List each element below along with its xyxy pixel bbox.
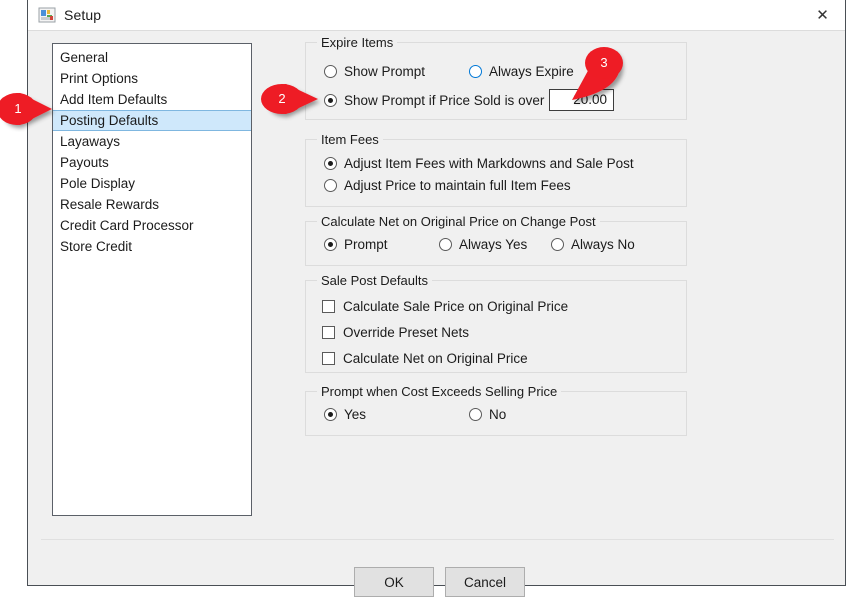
radio-cost-exceeds-yes-label: Yes [344,407,367,422]
radio-adjust-price-full-fees-indicator[interactable] [324,179,337,192]
radio-calcnet-always-yes[interactable]: Always Yes [439,237,527,252]
sidebar-item-add-item-defaults[interactable]: Add Item Defaults [53,89,251,110]
title-bar: Setup ✕ [28,0,845,31]
radio-calcnet-prompt-label: Prompt [344,237,388,252]
radio-adjust-price-full-fees[interactable]: Adjust Price to maintain full Item Fees [324,178,571,193]
radio-cost-exceeds-yes-indicator[interactable] [324,408,337,421]
checkbox-override-preset-nets-indicator[interactable] [322,326,335,339]
group-calculate-net-change-post-legend: Calculate Net on Original Price on Chang… [317,214,600,229]
dialog-body: General Print Options Add Item Defaults … [28,31,845,597]
radio-calcnet-prompt[interactable]: Prompt [324,237,388,252]
radio-adjust-item-fees-label: Adjust Item Fees with Markdowns and Sale… [344,156,634,171]
ok-button[interactable]: OK [354,567,434,597]
radio-adjust-item-fees[interactable]: Adjust Item Fees with Markdowns and Sale… [324,156,634,171]
setup-dialog: Setup ✕ General Print Options Add Item D… [27,0,846,597]
setup-app-icon [38,6,56,24]
group-sale-post-defaults: Sale Post Defaults Calculate Sale Price … [305,273,687,373]
sidebar-item-print-options[interactable]: Print Options [53,68,251,89]
group-item-fees-legend: Item Fees [317,132,383,147]
group-sale-post-defaults-legend: Sale Post Defaults [317,273,432,288]
checkbox-override-preset-nets[interactable]: Override Preset Nets [322,325,469,340]
sidebar-item-store-credit[interactable]: Store Credit [53,236,251,257]
radio-calcnet-always-no-label: Always No [571,237,635,252]
checkbox-calc-net-original-price-indicator[interactable] [322,352,335,365]
radio-cost-exceeds-no-label: No [489,407,507,422]
sidebar-item-pole-display[interactable]: Pole Display [53,173,251,194]
radio-calcnet-always-no-indicator[interactable] [551,238,564,251]
group-cost-exceeds-selling-price: Prompt when Cost Exceeds Selling Price Y… [305,384,687,436]
settings-category-list[interactable]: General Print Options Add Item Defaults … [52,43,252,516]
callout-marker-3-number: 3 [600,55,608,70]
radio-cost-exceeds-no-indicator[interactable] [469,408,482,421]
close-icon[interactable]: ✕ [800,0,845,30]
checkbox-calc-net-original-price[interactable]: Calculate Net on Original Price [322,351,528,366]
radio-calcnet-always-no[interactable]: Always No [551,237,635,252]
radio-always-expire-label: Always Expire [489,64,574,79]
radio-cost-exceeds-yes[interactable]: Yes [324,407,366,422]
callout-marker-3: 3 [570,40,632,106]
window-title: Setup [64,7,102,23]
group-cost-exceeds-selling-price-legend: Prompt when Cost Exceeds Selling Price [317,384,562,399]
callout-marker-2: 2 [258,80,324,122]
checkbox-calc-sale-price-original-label: Calculate Sale Price on Original Price [343,299,569,314]
radio-adjust-price-full-fees-label: Adjust Price to maintain full Item Fees [344,178,571,193]
radio-always-expire-indicator[interactable] [469,65,482,78]
cancel-button[interactable]: Cancel [445,567,525,597]
checkbox-override-preset-nets-label: Override Preset Nets [343,325,470,340]
group-expire-items-legend: Expire Items [317,35,398,50]
sidebar-item-credit-card-processor[interactable]: Credit Card Processor [53,215,251,236]
callout-marker-1: 1 [0,88,62,132]
radio-cost-exceeds-no[interactable]: No [469,407,506,422]
checkbox-calc-net-original-price-label: Calculate Net on Original Price [343,351,528,366]
radio-show-prompt-label: Show Prompt [344,64,426,79]
radio-calcnet-always-yes-indicator[interactable] [439,238,452,251]
sidebar-item-posting-defaults[interactable]: Posting Defaults [53,110,251,131]
radio-show-prompt-if-price-over-label: Show Prompt if Price Sold is over [344,93,545,108]
radio-show-prompt[interactable]: Show Prompt [324,64,425,79]
radio-calcnet-always-yes-label: Always Yes [459,237,528,252]
footer-separator [41,539,834,540]
callout-marker-2-number: 2 [278,91,286,106]
radio-show-prompt-if-price-over-indicator[interactable] [324,94,337,107]
radio-always-expire[interactable]: Always Expire [469,64,574,79]
sidebar-item-resale-rewards[interactable]: Resale Rewards [53,194,251,215]
sidebar-item-layaways[interactable]: Layaways [53,131,251,152]
group-item-fees: Item Fees Adjust Item Fees with Markdown… [305,132,687,207]
group-calculate-net-change-post: Calculate Net on Original Price on Chang… [305,214,687,266]
radio-adjust-item-fees-indicator[interactable] [324,157,337,170]
sidebar-item-general[interactable]: General [53,47,251,68]
checkbox-calc-sale-price-original[interactable]: Calculate Sale Price on Original Price [322,299,568,314]
radio-calcnet-prompt-indicator[interactable] [324,238,337,251]
checkbox-calc-sale-price-original-indicator[interactable] [322,300,335,313]
radio-show-prompt-if-price-over[interactable]: Show Prompt if Price Sold is over [324,93,544,108]
sidebar-item-payouts[interactable]: Payouts [53,152,251,173]
radio-show-prompt-indicator[interactable] [324,65,337,78]
callout-marker-1-number: 1 [14,101,22,116]
